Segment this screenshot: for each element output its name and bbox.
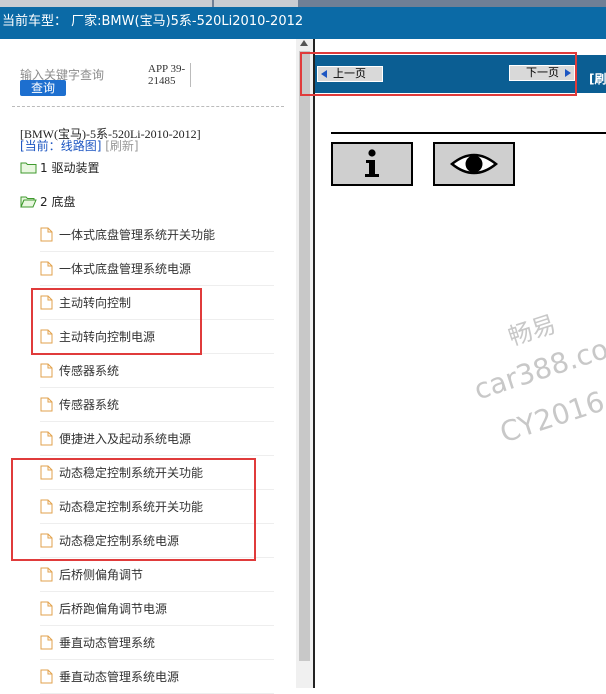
info-button[interactable]: [331, 142, 413, 186]
folder-label: 2 底盘: [40, 194, 76, 209]
refresh-link[interactable]: [刷新]: [105, 139, 138, 153]
folder-label: 1 驱动装置: [40, 160, 100, 175]
prev-page-button[interactable]: 上一页: [317, 66, 383, 82]
folder-open-icon: [20, 196, 37, 207]
tree-item-label: 主动转向控制: [59, 296, 132, 310]
tree-item[interactable]: 垂直动态管理系统电源: [40, 660, 274, 694]
next-page-label: 下一页: [526, 66, 559, 79]
tree-item-label: 垂直动态管理系统: [59, 636, 156, 650]
current-link[interactable]: 线路图: [61, 139, 97, 153]
content-divider: [331, 132, 606, 134]
arrow-right-icon: [565, 69, 571, 77]
tree-item[interactable]: 便捷进入及起动系统电源: [40, 422, 274, 456]
tree-item-label: 主动转向控制电源: [59, 330, 156, 344]
document-icon: [40, 533, 53, 548]
tree-item-label: 后桥跑偏角调节电源: [59, 602, 168, 616]
tree-item[interactable]: 动态稳定控制系统开关功能: [40, 490, 274, 524]
document-icon: [40, 363, 53, 378]
app-code-label: APP 39-21485: [148, 63, 191, 87]
divider: [12, 106, 284, 107]
eye-icon: [450, 153, 498, 175]
arrow-left-icon: [321, 70, 327, 78]
next-page-button[interactable]: 下一页: [509, 65, 575, 81]
tree-item[interactable]: 一体式底盘管理系统开关功能: [40, 218, 274, 252]
window-tab-right[interactable]: [214, 0, 298, 7]
document-icon: [40, 567, 53, 582]
tree-item[interactable]: 主动转向控制: [40, 286, 274, 320]
info-icon: [365, 149, 379, 177]
document-icon: [40, 397, 53, 412]
search-button[interactable]: 查询: [20, 80, 66, 96]
document-icon: [40, 329, 53, 344]
document-icon: [40, 465, 53, 480]
tree-item[interactable]: 后桥侧偏角调节: [40, 558, 274, 592]
tree-item-label: 传感器系统: [59, 398, 120, 412]
current-label: [当前：: [20, 139, 61, 153]
scroll-thumb[interactable]: [299, 51, 310, 661]
viewer-refresh-label[interactable]: [刷: [589, 70, 606, 87]
tree-item-label: 传感器系统: [59, 364, 120, 378]
tree-item-label: 后桥侧偏角调节: [59, 568, 144, 582]
tree-item-label: 一体式底盘管理系统电源: [59, 262, 192, 276]
tree-status: [当前：线路图] [刷新]: [20, 139, 139, 153]
document-icon: [40, 499, 53, 514]
tree-item[interactable]: 后桥跑偏角调节电源: [40, 592, 274, 626]
tree-item-label: 动态稳定控制系统电源: [59, 534, 180, 548]
tree-item[interactable]: 主动转向控制电源: [40, 320, 274, 354]
left-panel: 输入关键字查询 查询 APP 39-21485 [BMW(宝马)-5系-520L…: [0, 39, 296, 694]
tree-item[interactable]: 一体式底盘管理系统电源: [40, 252, 274, 286]
tree-item[interactable]: 传感器系统: [40, 354, 274, 388]
tree-item-label: 动态稳定控制系统开关功能: [59, 500, 204, 514]
tree-item-label: 便捷进入及起动系统电源: [59, 432, 192, 446]
document-icon: [40, 431, 53, 446]
tree-folder-chassis[interactable]: 2 底盘: [20, 191, 75, 211]
tree-item-label: 垂直动态管理系统电源: [59, 670, 180, 684]
tree-item-label: 动态稳定控制系统开关功能: [59, 466, 204, 480]
tree-item[interactable]: 垂直动态管理系统: [40, 626, 274, 660]
vehicle-info-bar: 当前车型： 厂家:BMW(宝马)5系-520Li2010-2012: [0, 7, 606, 39]
window-top-strip: [0, 0, 606, 7]
document-icon: [40, 261, 53, 276]
tree-item[interactable]: 动态稳定控制系统电源: [40, 524, 274, 558]
document-icon: [40, 295, 53, 310]
tree-item[interactable]: 动态稳定控制系统开关功能: [40, 456, 274, 490]
window-tab-left[interactable]: [0, 0, 212, 7]
tree-item-label: 一体式底盘管理系统开关功能: [59, 228, 216, 242]
viewer-nav-bar: 上一页 下一页: [315, 55, 606, 93]
vehicle-text: 当前车型： 厂家:BMW(宝马)5系-520Li2010-2012: [2, 14, 304, 29]
left-scrollbar[interactable]: [296, 39, 313, 688]
folder-icon: [20, 162, 37, 173]
prev-page-label: 上一页: [333, 67, 366, 80]
scroll-up-arrow-icon[interactable]: [300, 40, 308, 46]
document-icon: [40, 635, 53, 650]
document-icon: [40, 669, 53, 684]
document-icon: [40, 227, 53, 242]
document-icon: [40, 601, 53, 616]
view-button[interactable]: [433, 142, 515, 186]
tree-item[interactable]: 传感器系统: [40, 388, 274, 422]
tree-folder-drive[interactable]: 1 驱动装置: [20, 157, 99, 177]
